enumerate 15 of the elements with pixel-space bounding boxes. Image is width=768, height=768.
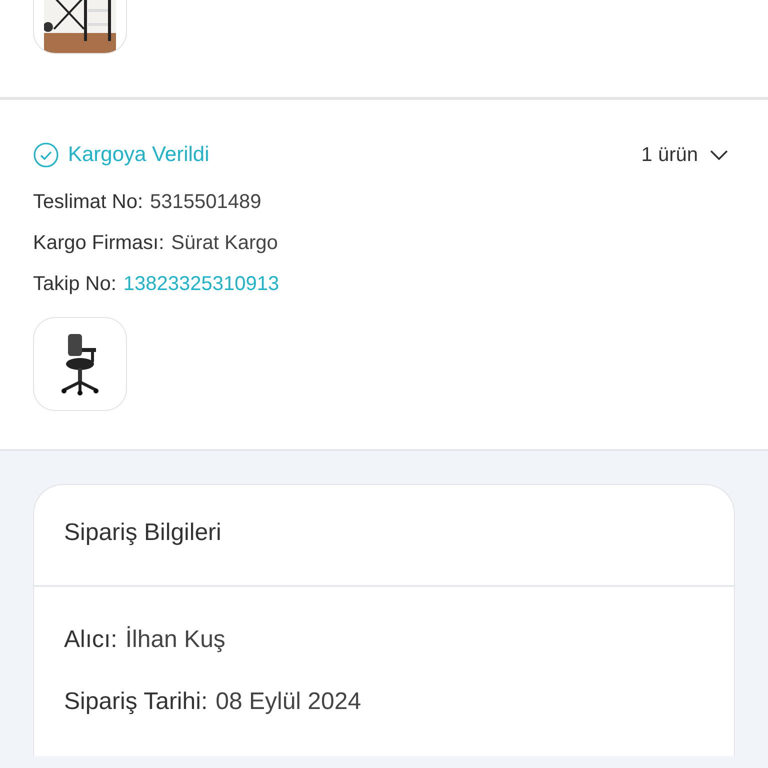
field-label: Takip No:	[33, 273, 116, 295]
status-label: Kargoya Verildi	[68, 143, 210, 167]
field-label: Alıcı:	[64, 625, 118, 655]
product-thumbnail[interactable]	[33, 317, 127, 411]
field-label: Kargo Firması:	[33, 232, 164, 254]
field-label: Sipariş Tarihi:	[64, 687, 208, 717]
card-title: Sipariş Bilgileri	[64, 519, 222, 546]
field-value: Sürat Kargo	[171, 232, 278, 254]
field-value: 5315501489	[150, 191, 262, 213]
field-label: Teslimat No:	[33, 191, 144, 213]
field-value: 08 Eylül 2024	[216, 687, 362, 717]
chevron-down-icon	[710, 150, 728, 160]
field-value: İlhan Kuş	[125, 625, 226, 655]
item-count-toggle[interactable]: 1 ürün	[641, 144, 728, 166]
check-circle-icon	[33, 142, 59, 168]
